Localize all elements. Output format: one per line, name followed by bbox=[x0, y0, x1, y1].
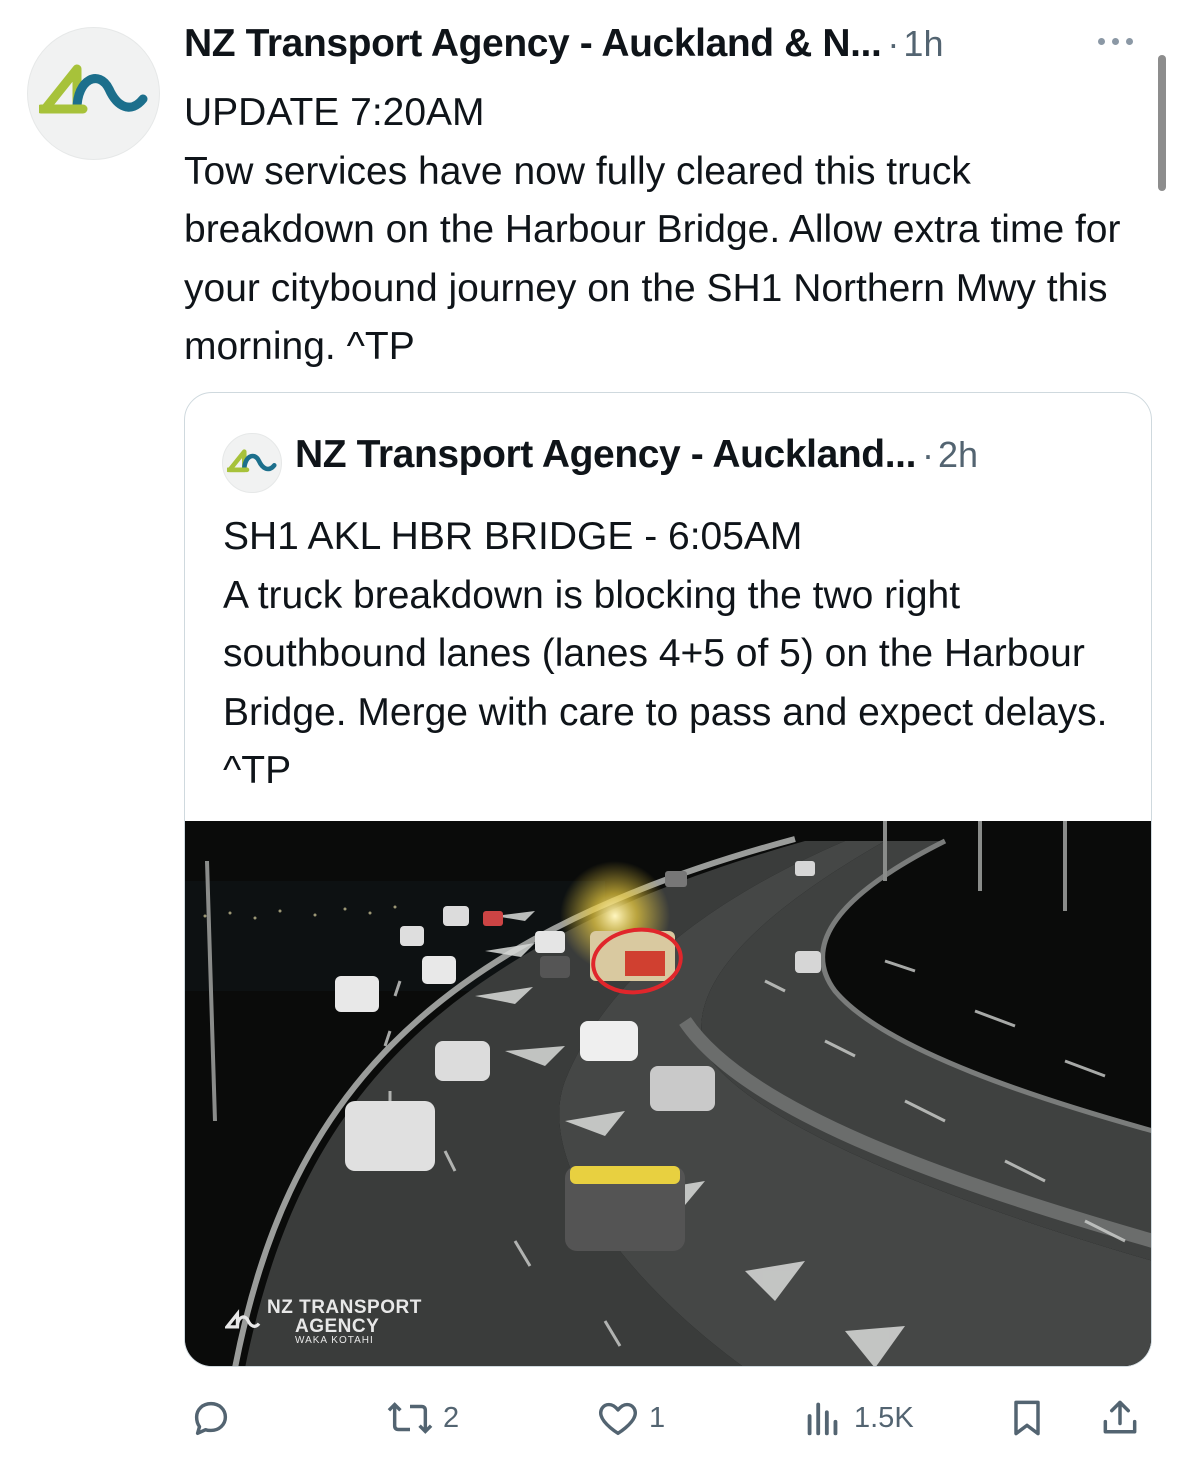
repost-button[interactable]: 2 bbox=[385, 1395, 459, 1441]
view-count: 1.5K bbox=[854, 1401, 914, 1434]
like-button[interactable]: 1 bbox=[595, 1395, 665, 1441]
post-time[interactable]: 1h bbox=[903, 23, 943, 65]
quoted-header: NZ Transport Agency - Auckland... · 2h bbox=[295, 433, 978, 477]
watermark-line1: NZ TRANSPORT bbox=[267, 1297, 422, 1318]
author-avatar[interactable] bbox=[27, 27, 160, 160]
reply-button[interactable] bbox=[188, 1395, 242, 1441]
header-separator: · bbox=[887, 23, 900, 64]
quoted-post[interactable]: NZ Transport Agency - Auckland... · 2h S… bbox=[184, 392, 1152, 1367]
quoted-time: 2h bbox=[938, 434, 979, 475]
repost-icon bbox=[387, 1402, 433, 1434]
repost-count: 2 bbox=[443, 1401, 460, 1434]
share-icon bbox=[1103, 1400, 1137, 1434]
action-bar: 2 1 1.5K bbox=[0, 1395, 1179, 1445]
share-button[interactable] bbox=[1098, 1395, 1142, 1441]
camera-watermark: NZ TRANSPORT AGENCY WAKA KOTAHI bbox=[225, 1298, 422, 1346]
views-button[interactable]: 1.5K bbox=[800, 1395, 914, 1441]
post-text: UPDATE 7:20AM Tow services have now full… bbox=[184, 91, 1121, 368]
bookmark-icon bbox=[1014, 1400, 1040, 1436]
logo-icon bbox=[38, 64, 147, 113]
reply-icon bbox=[194, 1401, 228, 1436]
logo-icon bbox=[227, 449, 277, 473]
quoted-author-name: NZ Transport Agency - Auckland... bbox=[295, 433, 917, 476]
author-name[interactable]: NZ Transport Agency - Auckland & N... bbox=[184, 22, 882, 66]
like-icon bbox=[599, 1402, 637, 1436]
post-header: NZ Transport Agency - Auckland & N... · … bbox=[184, 22, 943, 66]
like-count: 1 bbox=[649, 1401, 666, 1434]
views-icon bbox=[807, 1402, 838, 1436]
bookmark-button[interactable] bbox=[1005, 1395, 1049, 1441]
logo-icon bbox=[225, 1309, 261, 1329]
watermark-line2: AGENCY bbox=[295, 1316, 380, 1337]
more-icon[interactable] bbox=[1098, 38, 1133, 45]
quoted-text: SH1 AKL HBR BRIDGE - 6:05AM A truck brea… bbox=[223, 515, 1108, 792]
quoted-author-avatar bbox=[222, 433, 282, 493]
scrollbar[interactable] bbox=[1158, 55, 1166, 191]
quoted-separator: · bbox=[922, 434, 935, 475]
watermark-line3: WAKA KOTAHI bbox=[295, 1335, 374, 1346]
traffic-camera-image[interactable]: NZ TRANSPORT AGENCY WAKA KOTAHI bbox=[185, 821, 1151, 1366]
